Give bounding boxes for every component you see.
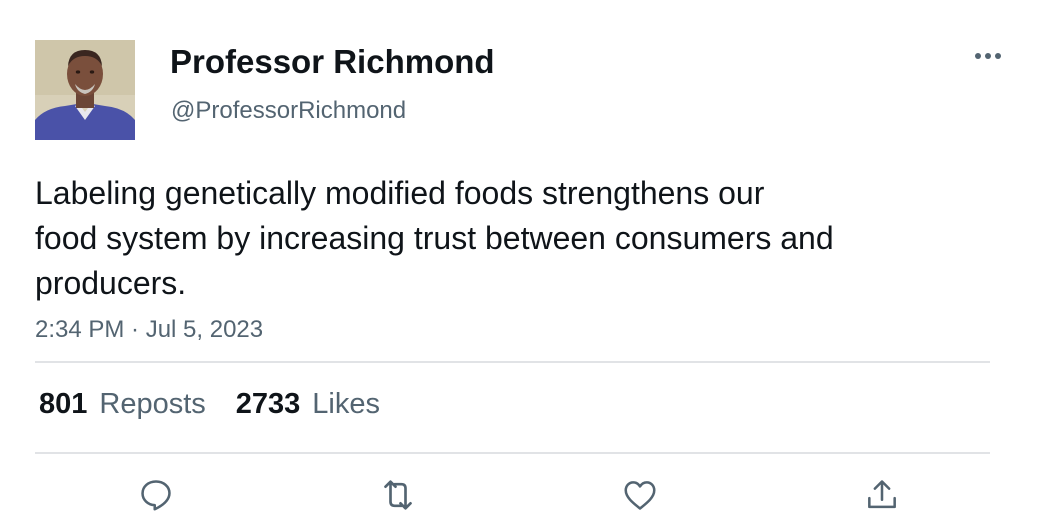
likes-label: Likes — [312, 388, 380, 420]
reposts-stat[interactable]: 801 Reposts — [39, 386, 206, 422]
tweet-text-line: Labeling genetically modified foods stre… — [35, 175, 765, 211]
tweet-card: Professor Richmond @ProfessorRichmond La… — [0, 0, 1050, 525]
engagement-stats: 801 Reposts 2733 Likes — [39, 386, 410, 422]
likes-stat[interactable]: 2733 Likes — [236, 386, 380, 422]
reply-bubble-icon — [141, 480, 171, 511]
tweet-text-line: producers. — [35, 265, 187, 301]
tweet-timestamp[interactable]: 2:34 PM · Jul 5, 2023 — [35, 315, 263, 345]
share-button[interactable] — [857, 470, 907, 520]
author-display-name[interactable]: Professor Richmond — [170, 42, 495, 82]
author-handle[interactable]: @ProfessorRichmond — [171, 96, 406, 126]
avatar-photo-icon — [35, 40, 135, 140]
reply-button[interactable] — [131, 470, 181, 520]
avatar[interactable] — [35, 40, 135, 140]
more-dots-icon — [975, 53, 1001, 59]
reposts-count: 801 — [39, 388, 88, 420]
likes-count: 2733 — [235, 388, 301, 420]
heart-icon — [624, 481, 656, 510]
divider — [35, 452, 990, 454]
like-button[interactable] — [615, 470, 665, 520]
reposts-label: Reposts — [99, 388, 206, 420]
tweet-text-line: food system by increasing trust between … — [35, 220, 834, 256]
tweet-text: Labeling genetically modified foods stre… — [35, 171, 995, 306]
repost-button[interactable] — [373, 470, 423, 520]
repost-arrows-icon — [384, 480, 412, 510]
divider — [35, 361, 990, 363]
action-bar — [0, 470, 1050, 520]
share-upload-icon — [868, 480, 896, 509]
more-options-button[interactable] — [968, 40, 1008, 72]
